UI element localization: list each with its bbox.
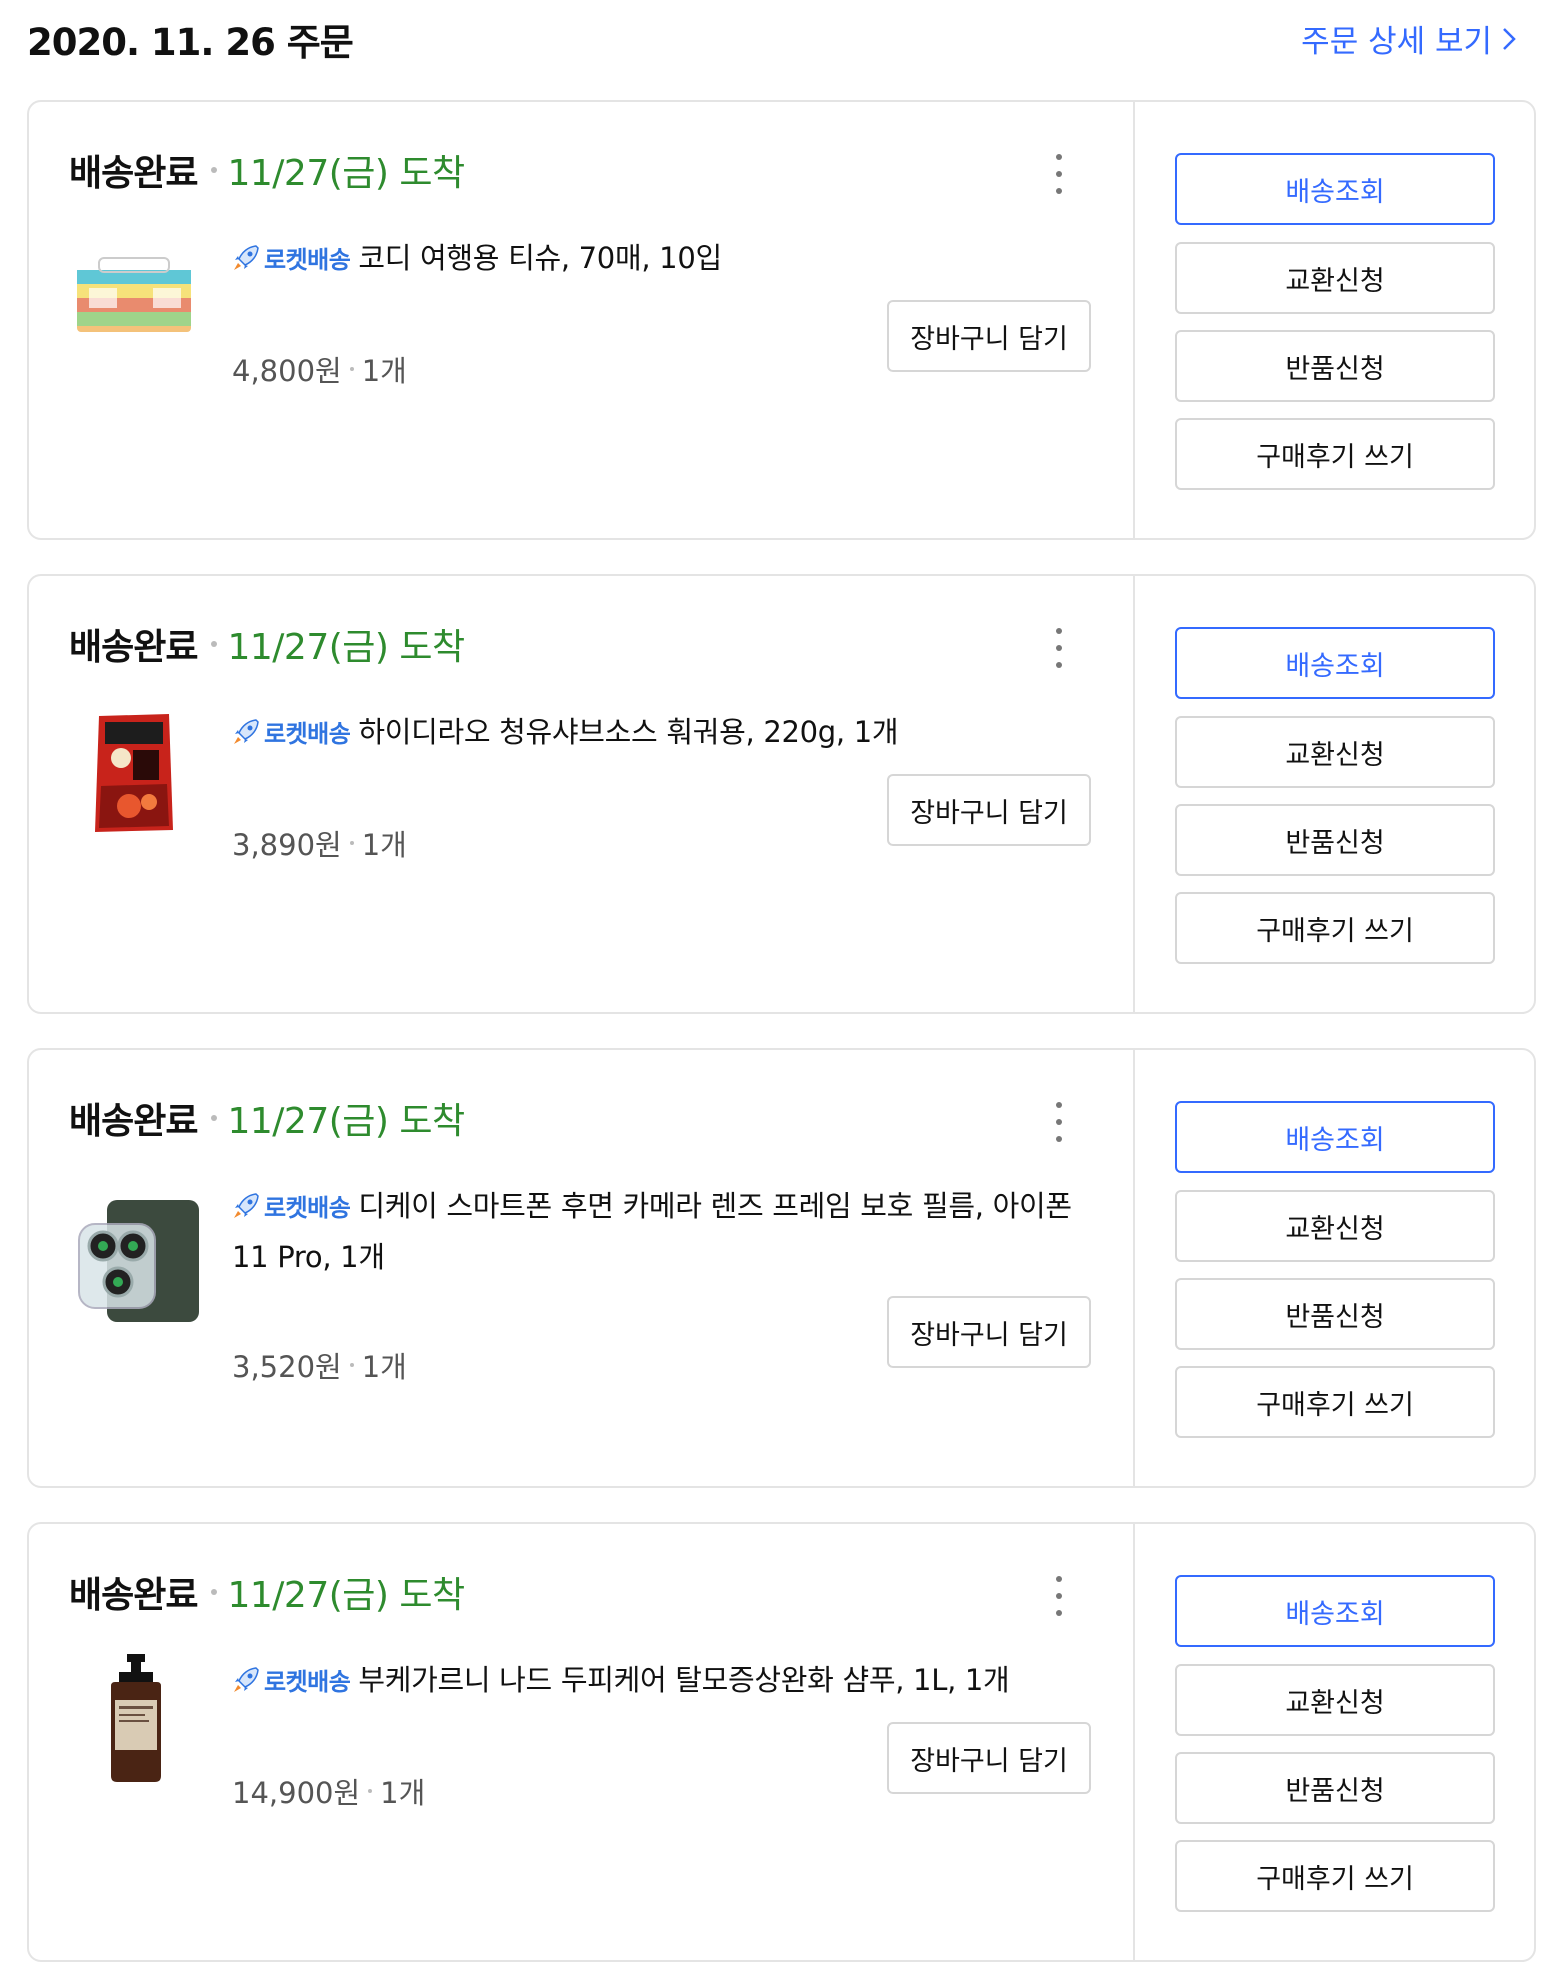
rocket-delivery-label: 로켓배송: [264, 1668, 351, 1696]
order-card: 배송완료 11/27(금) 도착 로켓배송 부케가르니 나드 두피케어 탈모증상완…: [27, 1522, 1536, 1962]
order-card: 배송완료 11/27(금) 도착 로켓배송 디케이 스마트폰 후면 카메라 렌즈 …: [27, 1048, 1536, 1488]
rocket-delivery-label: 로켓배송: [264, 720, 351, 748]
order-actions: 배송조회 교환신청 반품신청 구매후기 쓰기: [1133, 102, 1534, 538]
more-options-icon[interactable]: [1053, 1102, 1065, 1142]
order-actions: 배송조회 교환신청 반품신청 구매후기 쓰기: [1133, 576, 1534, 1012]
add-to-cart-button[interactable]: 장바구니 담기: [887, 1296, 1091, 1368]
more-options-icon[interactable]: [1053, 1576, 1065, 1616]
product-quantity: 1개: [380, 1776, 426, 1810]
delivery-status: 배송완료: [69, 1575, 198, 1616]
exchange-request-button[interactable]: 교환신청: [1175, 1190, 1495, 1262]
return-request-button[interactable]: 반품신청: [1175, 330, 1495, 402]
add-to-cart-button[interactable]: 장바구니 담기: [887, 774, 1091, 846]
order-detail-link[interactable]: 주문 상세 보기: [1301, 16, 1520, 61]
rocket-delivery-label: 로켓배송: [264, 246, 351, 274]
product-quantity: 1개: [361, 1350, 407, 1384]
product-name: 부케가르니 나드 두피케어 탈모증상완화 샴푸, 1L, 1개: [358, 1663, 1010, 1697]
phone-camera-film-image[interactable]: [69, 1196, 199, 1326]
exchange-request-button[interactable]: 교환신청: [1175, 716, 1495, 788]
separator-dot: [211, 167, 218, 173]
delivery-status: 배송완료: [69, 153, 198, 194]
separator-dot: [349, 841, 354, 845]
product-name: 하이디라오 청유샤브소스 훠궈용, 220g, 1개: [358, 715, 899, 749]
rocket-delivery-label: 로켓배송: [264, 1194, 351, 1222]
hotpot-sauce-image[interactable]: [69, 706, 199, 836]
arrival-date: 11/27(금) 도착: [227, 1101, 465, 1142]
price-line: 3,520원 1개: [232, 1344, 407, 1386]
tissue-pack-image[interactable]: [69, 232, 199, 362]
order-item-area: 배송완료 11/27(금) 도착 로켓배송 코디 여행용 티슈, 70매, 10입: [29, 102, 1133, 538]
arrival-date: 11/27(금) 도착: [227, 153, 465, 194]
return-request-button[interactable]: 반품신청: [1175, 804, 1495, 876]
arrival-date: 11/27(금) 도착: [227, 1575, 465, 1616]
write-review-button[interactable]: 구매후기 쓰기: [1175, 892, 1495, 964]
track-delivery-button[interactable]: 배송조회: [1175, 1101, 1495, 1173]
order-detail-label: 주문 상세 보기: [1301, 24, 1492, 60]
return-request-button[interactable]: 반품신청: [1175, 1752, 1495, 1824]
order-item-area: 배송완료 11/27(금) 도착 로켓배송 디케이 스마트폰 후면 카메라 렌즈 …: [29, 1050, 1133, 1486]
product-name: 코디 여행용 티슈, 70매, 10입: [358, 241, 722, 275]
rocket-icon: [234, 245, 259, 270]
arrival-date: 11/27(금) 도착: [227, 627, 465, 668]
more-options-icon[interactable]: [1053, 628, 1065, 668]
delivery-status-line: 배송완료 11/27(금) 도착: [69, 144, 465, 196]
more-options-icon[interactable]: [1053, 154, 1065, 194]
product-name: 디케이 스마트폰 후면 카메라 렌즈 프레임 보호 필름, 아이폰 11 Pro…: [232, 1189, 1072, 1274]
order-item-area: 배송완료 11/27(금) 도착 로켓배송 하이디라오 청유샤브소스 훠궈용, 2…: [29, 576, 1133, 1012]
exchange-request-button[interactable]: 교환신청: [1175, 1664, 1495, 1736]
return-request-button[interactable]: 반품신청: [1175, 1278, 1495, 1350]
delivery-status-line: 배송완료 11/27(금) 도착: [69, 1092, 465, 1144]
track-delivery-button[interactable]: 배송조회: [1175, 627, 1495, 699]
separator-dot: [211, 641, 218, 647]
chevron-right-icon: [1503, 27, 1516, 50]
delivery-status: 배송완료: [69, 1101, 198, 1142]
order-card: 배송완료 11/27(금) 도착 로켓배송 코디 여행용 티슈, 70매, 10입: [27, 100, 1536, 540]
exchange-request-button[interactable]: 교환신청: [1175, 242, 1495, 314]
order-card: 배송완료 11/27(금) 도착 로켓배송 하이디라오 청유샤브소스 훠궈용, 2…: [27, 574, 1536, 1014]
product-title[interactable]: 로켓배송 부케가르니 나드 두피케어 탈모증상완화 샴푸, 1L, 1개: [232, 1656, 1112, 1707]
product-price: 3,520원: [232, 1350, 342, 1384]
order-date: 2020. 11. 26 주문: [27, 21, 354, 64]
price-line: 4,800원 1개: [232, 348, 407, 390]
add-to-cart-button[interactable]: 장바구니 담기: [887, 1722, 1091, 1794]
separator-dot: [211, 1115, 218, 1121]
product-price: 3,890원: [232, 828, 342, 862]
write-review-button[interactable]: 구매후기 쓰기: [1175, 1840, 1495, 1912]
product-price: 4,800원: [232, 354, 342, 388]
track-delivery-button[interactable]: 배송조회: [1175, 1575, 1495, 1647]
order-item-area: 배송완료 11/27(금) 도착 로켓배송 부케가르니 나드 두피케어 탈모증상완…: [29, 1524, 1133, 1960]
product-title[interactable]: 로켓배송 하이디라오 청유샤브소스 훠궈용, 220g, 1개: [232, 708, 1112, 759]
add-to-cart-button[interactable]: 장바구니 담기: [887, 300, 1091, 372]
track-delivery-button[interactable]: 배송조회: [1175, 153, 1495, 225]
write-review-button[interactable]: 구매후기 쓰기: [1175, 418, 1495, 490]
product-price: 14,900원: [232, 1776, 361, 1810]
delivery-status-line: 배송완료 11/27(금) 도착: [69, 618, 465, 670]
separator-dot: [211, 1589, 218, 1595]
product-title[interactable]: 로켓배송 코디 여행용 티슈, 70매, 10입: [232, 234, 1112, 285]
rocket-icon: [234, 1667, 259, 1692]
rocket-icon: [234, 719, 259, 744]
price-line: 3,890원 1개: [232, 822, 407, 864]
separator-dot: [368, 1789, 373, 1793]
delivery-status-line: 배송완료 11/27(금) 도착: [69, 1566, 465, 1618]
rocket-icon: [234, 1193, 259, 1218]
order-actions: 배송조회 교환신청 반품신청 구매후기 쓰기: [1133, 1050, 1534, 1486]
delivery-status: 배송완료: [69, 627, 198, 668]
shampoo-bottle-image[interactable]: [69, 1654, 199, 1784]
order-actions: 배송조회 교환신청 반품신청 구매후기 쓰기: [1133, 1524, 1534, 1960]
write-review-button[interactable]: 구매후기 쓰기: [1175, 1366, 1495, 1438]
price-line: 14,900원 1개: [232, 1770, 425, 1812]
separator-dot: [349, 367, 354, 371]
product-quantity: 1개: [361, 354, 407, 388]
product-title[interactable]: 로켓배송 디케이 스마트폰 후면 카메라 렌즈 프레임 보호 필름, 아이폰 11…: [232, 1182, 1112, 1282]
separator-dot: [349, 1363, 354, 1367]
product-quantity: 1개: [361, 828, 407, 862]
